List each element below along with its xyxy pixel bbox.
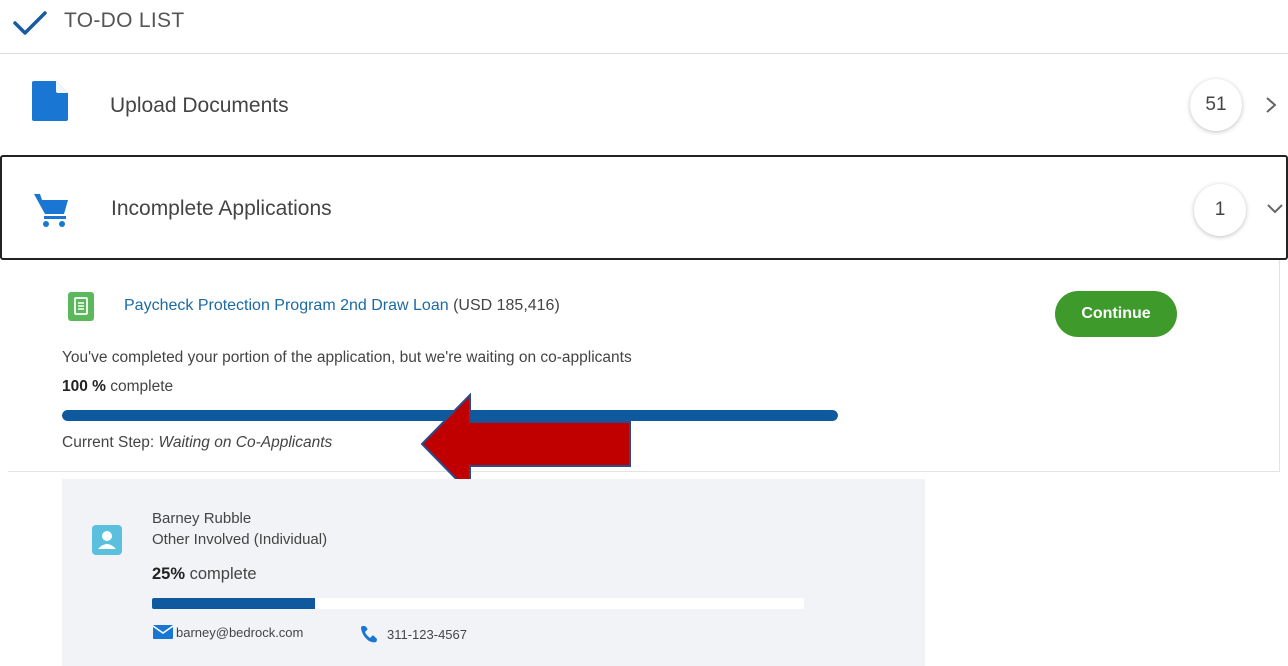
incomplete-count-badge: 1 xyxy=(1194,184,1246,236)
todo-header: TO-DO LIST xyxy=(0,0,1288,54)
co-applicant-phone-text[interactable]: 311-123-4567 xyxy=(387,627,467,642)
current-step-label: Current Step: xyxy=(62,434,155,451)
checkmark-icon xyxy=(13,11,47,35)
document-icon xyxy=(32,81,68,121)
application-percent-value: 100 % xyxy=(62,378,106,395)
upload-documents-label: Upload Documents xyxy=(110,94,289,117)
co-applicant-progress-bar xyxy=(152,598,804,609)
continue-button[interactable]: Continue xyxy=(1055,291,1177,337)
cart-icon xyxy=(34,194,68,227)
co-applicant-role: Other Involved (Individual) xyxy=(152,531,328,548)
envelope-icon xyxy=(152,625,174,639)
co-applicant-percent-suffix: complete xyxy=(189,565,257,583)
co-applicant-name: Barney Rubble xyxy=(152,510,252,527)
chevron-right-icon[interactable] xyxy=(1264,95,1278,115)
chevron-down-icon[interactable] xyxy=(1265,202,1285,216)
co-applicant-card: Barney Rubble Other Involved (Individual… xyxy=(62,479,925,666)
co-applicant-email-text[interactable]: barney@bedrock.com xyxy=(176,625,303,640)
application-percent-suffix: complete xyxy=(110,378,174,395)
todo-title: TO-DO LIST xyxy=(64,9,185,32)
person-icon xyxy=(92,525,122,555)
co-applicant-percent-value: 25% xyxy=(152,565,186,583)
co-applicant-percent: 25% complete xyxy=(152,565,257,584)
application-percent: 100 % complete xyxy=(62,378,173,396)
current-step: Current Step: Waiting on Co-Applicants xyxy=(62,434,332,452)
loan-amount: (USD 185,416) xyxy=(453,297,560,314)
co-applicant-progress-fill xyxy=(152,598,315,609)
incomplete-applications-row[interactable]: Incomplete Applications 1 xyxy=(0,155,1288,260)
upload-documents-row[interactable]: Upload Documents 51 xyxy=(0,55,1288,155)
phone-icon xyxy=(361,626,377,643)
co-applicant-phone[interactable]: 311-123-4567 xyxy=(359,624,467,644)
co-applicant-email[interactable]: barney@bedrock.com xyxy=(152,624,303,640)
loan-name-link[interactable]: Paycheck Protection Program 2nd Draw Loa… xyxy=(124,297,449,314)
loan-title: Paycheck Protection Program 2nd Draw Loa… xyxy=(124,297,560,315)
upload-count-badge: 51 xyxy=(1190,79,1242,131)
incomplete-applications-label: Incomplete Applications xyxy=(111,197,332,220)
application-status-message: You've completed your portion of the app… xyxy=(62,349,632,366)
application-panel: Paycheck Protection Program 2nd Draw Loa… xyxy=(8,260,1280,472)
application-document-icon xyxy=(68,292,94,321)
current-step-value: Waiting on Co-Applicants xyxy=(158,434,333,451)
